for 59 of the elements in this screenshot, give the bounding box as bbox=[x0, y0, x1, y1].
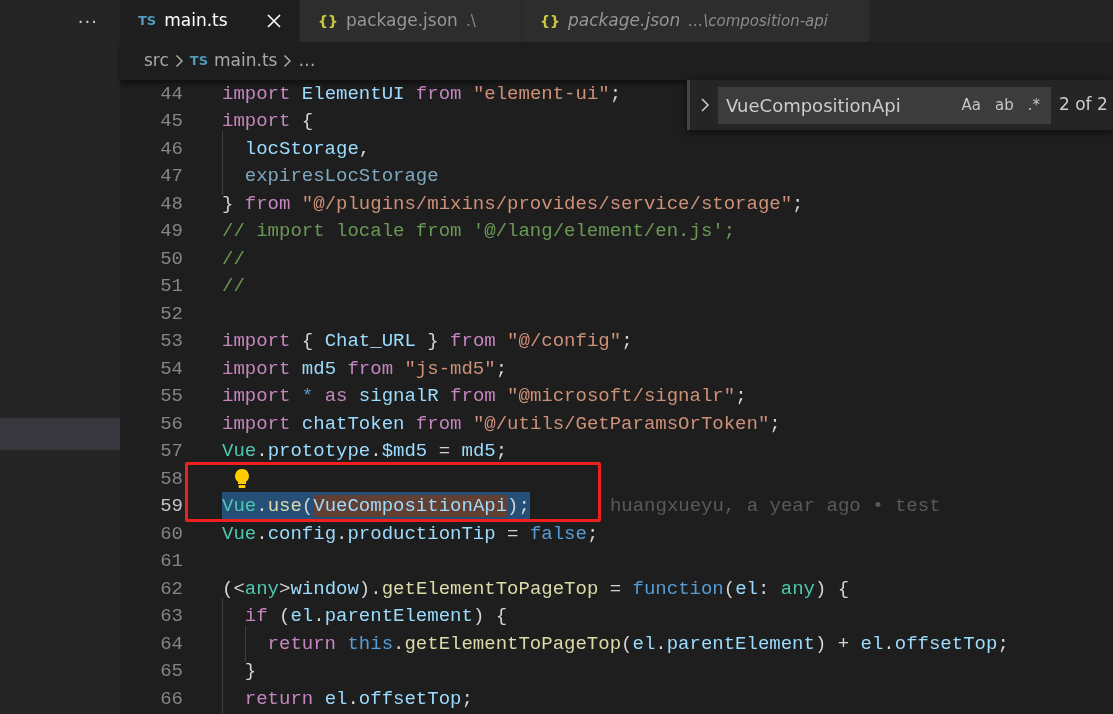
code-line: // bbox=[222, 274, 245, 299]
search-option-toggle[interactable]: Aa bbox=[958, 95, 984, 115]
search-option-toggle[interactable]: ab bbox=[992, 95, 1017, 115]
chevron-right-icon bbox=[174, 54, 184, 68]
code-line: import { Chat_URL } from "@/config"; bbox=[222, 329, 633, 354]
line-number: 55 bbox=[159, 384, 183, 409]
line-number: 44 bbox=[159, 81, 183, 107]
line-number: 61 bbox=[159, 549, 183, 574]
editor-tab[interactable]: {} package.json .\ bbox=[300, 0, 522, 42]
code-line: import * as signalR from "@microsoft/signalr"; bbox=[222, 384, 747, 409]
line-number: 64 bbox=[159, 631, 183, 657]
match-count: 2 of 2 bbox=[1059, 93, 1108, 117]
line-number: 47 bbox=[159, 164, 183, 189]
line-number: 58 bbox=[159, 466, 183, 492]
line-number: 62 bbox=[159, 576, 183, 602]
search-match: VueCompositionApi bbox=[313, 495, 508, 517]
code-line: import chatToken from "@/utils/GetParamsOrToken"; bbox=[222, 411, 781, 437]
code-line: Vue.config.productionTip = false; bbox=[222, 521, 599, 547]
line-number: 66 bbox=[159, 686, 183, 712]
code-line: import { bbox=[222, 109, 314, 134]
code-line: import md5 from "js-md5"; bbox=[222, 356, 508, 382]
code-line: import ElementUI from "element-ui"; bbox=[222, 81, 622, 107]
line-number: 45 bbox=[159, 109, 183, 134]
chevron-right-icon[interactable] bbox=[700, 97, 710, 113]
find-input-field[interactable]: VueCompositionApi Aa ab .* bbox=[718, 86, 1051, 124]
line-number: 48 bbox=[159, 191, 183, 217]
line-number: 57 bbox=[159, 439, 183, 464]
typescript-file-icon: TS bbox=[189, 51, 209, 71]
code-line: return el.offsetTop; bbox=[222, 684, 473, 713]
line-number: 49 bbox=[159, 219, 183, 244]
chevron-right-icon bbox=[283, 54, 293, 68]
code-line: // bbox=[222, 246, 245, 272]
code-line: // import locale from '@/lang/element/en.js'; bbox=[222, 219, 736, 244]
line-number: 51 bbox=[159, 274, 183, 299]
code-line: Vue.prototype.$md5 = md5; bbox=[222, 439, 508, 464]
breadcrumb-item[interactable]: main.ts bbox=[214, 48, 278, 74]
breadcrumb-item[interactable]: src bbox=[144, 48, 169, 74]
line-number: 65 bbox=[159, 659, 183, 684]
close-icon[interactable] bbox=[267, 14, 281, 28]
breadcrumb-item[interactable]: … bbox=[298, 48, 316, 74]
more-actions[interactable]: ··· bbox=[77, 7, 98, 35]
editor-tab[interactable]: {} package.json …\composition-api bbox=[522, 0, 870, 42]
line-number: 63 bbox=[159, 604, 183, 629]
line-number: 59 bbox=[159, 494, 183, 519]
line-number: 53 bbox=[159, 329, 183, 354]
blame-annotation: huangxueyu, a year ago • test bbox=[609, 494, 941, 519]
line-number: 52 bbox=[159, 301, 183, 327]
line-number: 56 bbox=[159, 411, 183, 437]
code-line: (<any>window).getElementToPageTop = function(el: any) { bbox=[222, 576, 850, 602]
line-number: 50 bbox=[159, 246, 183, 272]
code-line: } from "@/plugins/mixins/provides/service/storage"; bbox=[222, 191, 804, 217]
line-number: 46 bbox=[159, 136, 183, 162]
json-file-icon: {} bbox=[540, 10, 560, 32]
line-number: 60 bbox=[159, 521, 183, 547]
editor-tab[interactable]: TS main.ts bbox=[120, 0, 300, 42]
line-number: 54 bbox=[159, 356, 183, 382]
search-option-toggle[interactable]: .* bbox=[1024, 95, 1043, 115]
typescript-file-icon: TS bbox=[138, 11, 157, 31]
json-file-icon: {} bbox=[318, 10, 338, 32]
